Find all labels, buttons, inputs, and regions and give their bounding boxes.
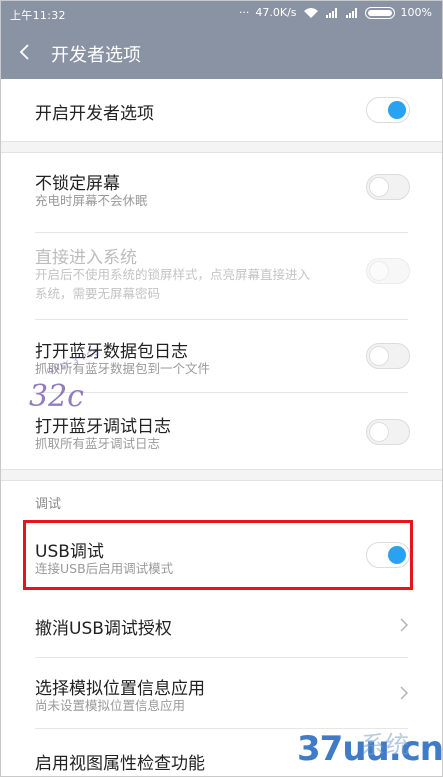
battery-percent: 100% [400,6,432,19]
toggle-knob [369,346,389,366]
chevron-right-icon [398,617,410,633]
signal-icon [345,7,359,19]
wifi-icon [303,7,319,19]
section-gap [1,141,442,153]
watermark-logo-bottom-extra: 系统 [361,731,409,759]
battery-icon [364,6,395,19]
toggle-knob [369,177,389,197]
direct-enter-toggle [366,258,410,284]
section-debug: 调试 [1,481,442,519]
row-subtitle: 抓取所有蓝牙调试日志 [35,436,161,451]
page-title: 开发者选项 [51,45,141,66]
row-revoke-usb-authorization[interactable]: 撤消USB调试授权 [1,593,442,657]
red-highlight-box [23,520,413,590]
row-stay-awake[interactable]: 不锁定屏幕 充电时屏幕不会休眠 [1,153,442,233]
toggle-knob [369,261,389,281]
chevron-right-icon [398,685,410,701]
row-subtitle: 充电时屏幕不会休眠 [35,193,148,208]
network-speed: 47.0K/s [255,6,297,19]
dots-icon: ··· [238,6,250,19]
back-arrow-icon[interactable] [15,41,37,63]
title-bar: 开发者选项 [1,27,442,79]
watermark-logo-left: 32c [29,379,84,414]
toggle-knob [388,101,406,119]
row-subtitle: 尚未设置模拟位置信息应用 [35,698,186,713]
bluetooth-debug-log-toggle[interactable] [366,419,410,445]
row-enable-developer-options[interactable]: 开启开发者选项 [1,79,442,141]
row-title: 开启开发者选项 [35,104,154,124]
status-icons: ··· 47.0K/s 100% [239,6,432,19]
section-gap [1,469,442,481]
section-label: 调试 [35,497,62,512]
status-time: 上午11:32 [10,9,66,22]
bluetooth-packet-log-toggle[interactable] [366,343,410,369]
toggle-knob [369,422,389,442]
stay-awake-toggle[interactable] [366,174,410,200]
row-title: 启用视图属性检查功能 [35,754,205,774]
row-subtitle-line1: 开启后不使用系统的锁屏样式，点亮屏幕直接进入 [35,267,311,282]
row-title: 撤消USB调试授权 [35,619,172,639]
row-mock-location-app[interactable]: 选择模拟位置信息应用 尚未设置模拟位置信息应用 [1,658,442,728]
signal-4g-icon [325,7,339,19]
developer-options-toggle[interactable] [366,97,410,123]
phone-screen: 上午11:32 ··· 47.0K/s 100% 开发者选项 开启开发者选项 不… [0,0,443,777]
row-direct-enter-system: 直接进入系统 开启后不使用系统的锁屏样式，点亮屏幕直接进入 系统，需要无屏幕密码 [1,233,442,319]
row-subtitle-line2: 系统，需要无屏幕密码 [35,286,161,301]
status-bar: 上午11:32 ··· 47.0K/s 100% [1,1,442,27]
